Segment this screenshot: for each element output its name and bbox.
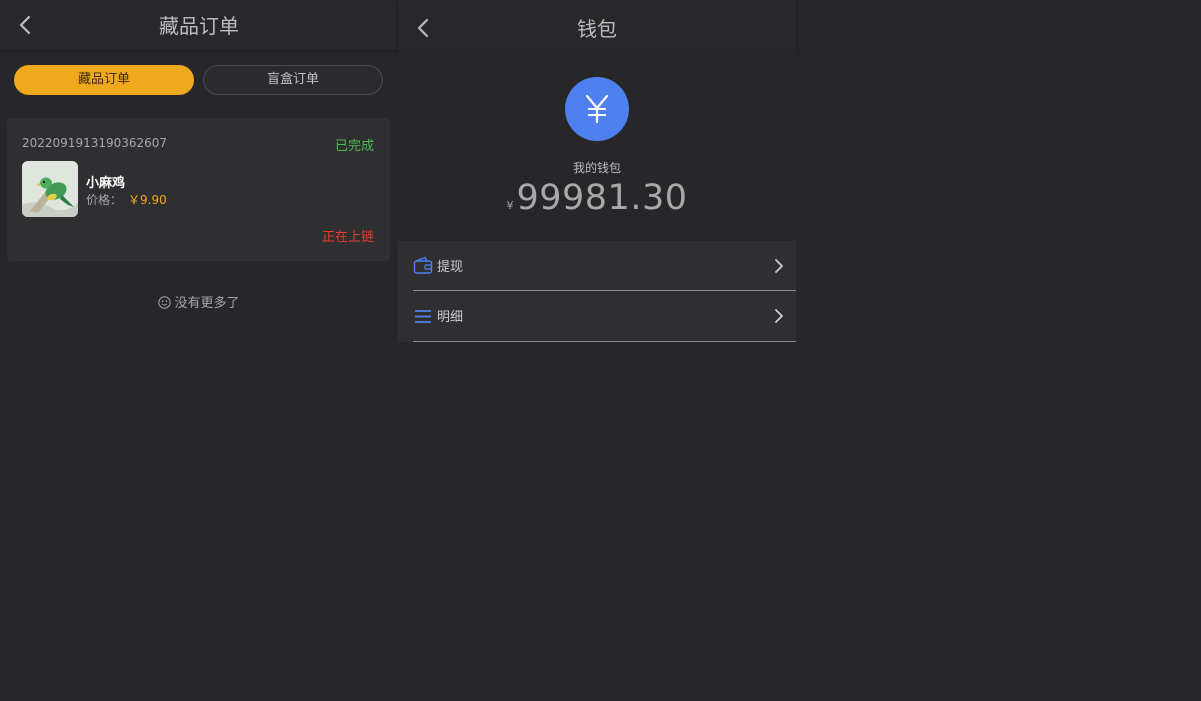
menu-label-details: 明细 — [437, 310, 464, 325]
chevron-right-icon — [774, 258, 784, 274]
order-tabs: 藏品订单 盲盒订单 — [14, 65, 383, 95]
orders-screen: 藏品订单 藏品订单 盲盒订单 2022091913190362607 已完成 小… — [0, 0, 398, 701]
menu-label-withdraw: 提现 — [437, 260, 464, 275]
chain-status: 正在上链 — [321, 230, 374, 245]
balance-display: ¥99981.30 — [398, 177, 796, 219]
yuan-coin-icon — [565, 77, 629, 141]
smile-icon — [158, 296, 172, 313]
tab-blindbox-orders[interactable]: 盲盒订单 — [203, 65, 383, 95]
order-card[interactable]: 2022091913190362607 已完成 小麻鸡 价格： ￥9.90 正在上… — [7, 118, 390, 261]
menu-item-withdraw[interactable]: 提现 — [413, 241, 796, 291]
parrot-image — [22, 161, 78, 217]
wallet-menu: 提现 明细 — [398, 241, 796, 342]
order-number: 2022091913190362607 — [22, 136, 168, 150]
no-more-text: 没有更多了 — [174, 296, 240, 311]
tab-collection-orders[interactable]: 藏品订单 — [14, 65, 194, 95]
wallet-screen: 钱包 我的钱包 ¥99981.30 提现 明细 — [398, 0, 796, 701]
page-title: 钱包 — [577, 17, 617, 41]
orders-header: 藏品订单 — [0, 0, 398, 50]
item-thumbnail — [22, 161, 78, 217]
wallet-icon — [413, 256, 433, 276]
balance-value: 99981.30 — [516, 178, 688, 218]
page-title: 藏品订单 — [159, 14, 239, 38]
wallet-summary: 我的钱包 ¥99981.30 — [398, 50, 796, 241]
currency-symbol: ¥ — [506, 199, 514, 212]
wallet-label: 我的钱包 — [572, 161, 621, 175]
menu-item-details[interactable]: 明细 — [413, 291, 796, 342]
list-icon — [413, 306, 433, 326]
item-price: ￥9.90 — [128, 193, 167, 207]
order-status-badge: 已完成 — [334, 139, 374, 154]
no-more-indicator: 没有更多了 — [0, 292, 398, 313]
wallet-header: 钱包 — [398, 0, 796, 52]
price-label: 价格： — [86, 193, 123, 207]
price-row: 价格： ￥9.90 — [86, 191, 167, 208]
item-name: 小麻鸡 — [86, 176, 126, 191]
chevron-right-icon — [774, 308, 784, 324]
